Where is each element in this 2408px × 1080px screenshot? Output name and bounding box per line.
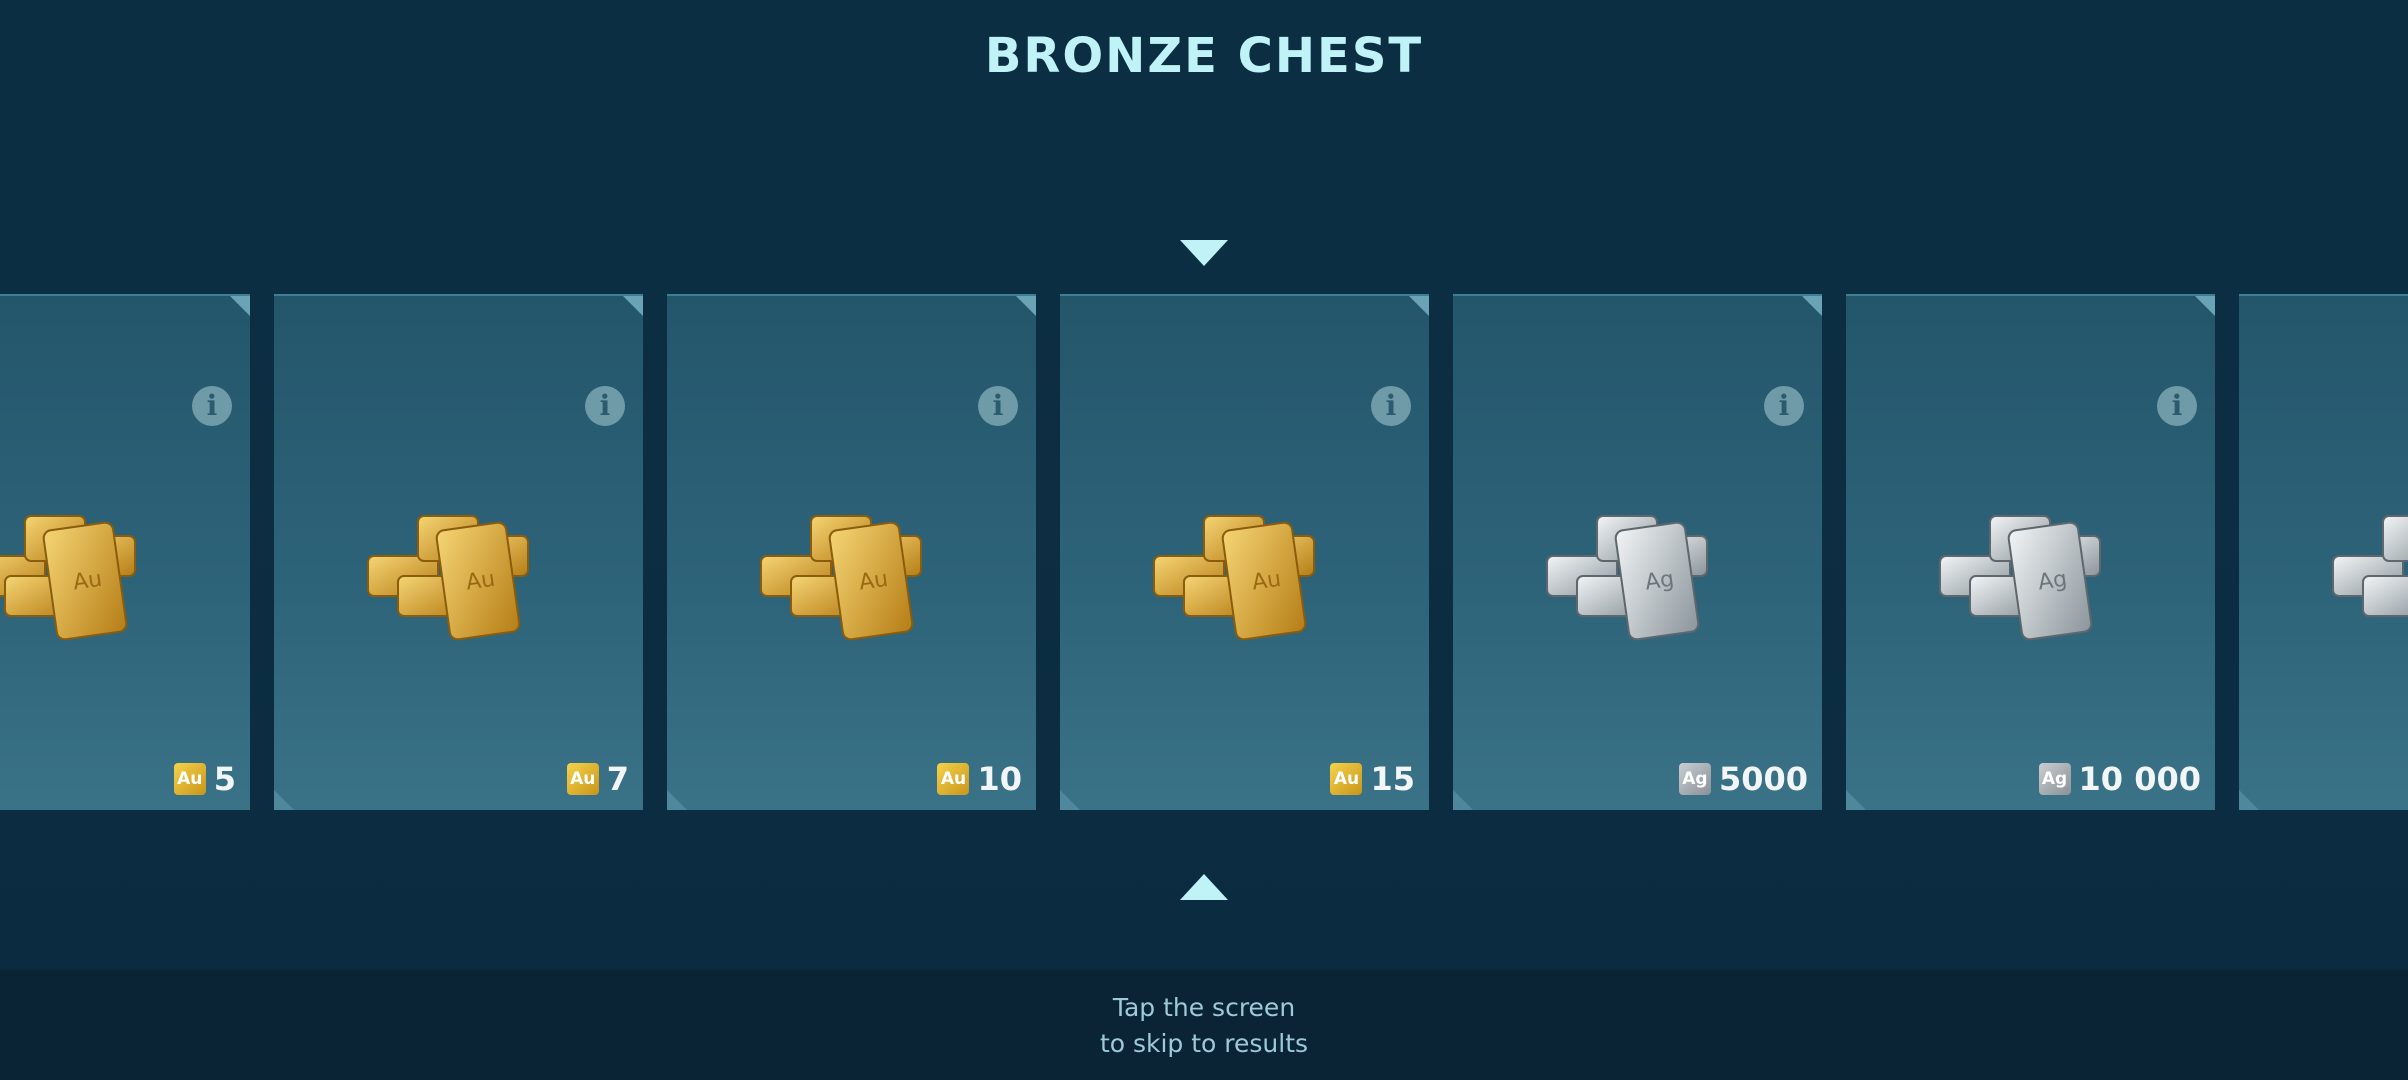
silver-bars-icon: Ag <box>1939 515 2101 641</box>
reward-card[interactable] <box>2239 294 2408 810</box>
reward-card[interactable]: i Au Au 7 <box>274 294 643 810</box>
amount-label: 5 <box>213 760 236 798</box>
reward-card[interactable]: i Ag Ag 10 000 <box>1846 294 2215 810</box>
chest-opening-screen[interactable]: BRONZE CHEST i Au Au 5 i Au Au 7 i Au Au… <box>0 0 2408 1080</box>
gold-badge-icon: Au <box>937 763 970 795</box>
reward-amount: Au 15 <box>1330 760 1415 798</box>
info-icon[interactable]: i <box>192 386 232 426</box>
gold-badge-icon: Au <box>566 763 599 795</box>
reward-card[interactable]: i Au Au 5 <box>0 294 250 810</box>
chest-title: BRONZE CHEST <box>984 28 1424 84</box>
svg-text:Au: Au <box>464 567 496 596</box>
reward-card[interactable]: i Ag Ag 5000 <box>1453 294 1822 810</box>
gold-bars-icon: Au <box>0 515 136 641</box>
reward-amount: Au 10 <box>937 760 1022 798</box>
info-icon[interactable]: i <box>1764 386 1804 426</box>
amount-label: 10 000 <box>2078 760 2201 798</box>
skip-footer[interactable]: Tap the screen to skip to results <box>0 970 2408 1080</box>
amount-label: 7 <box>606 760 629 798</box>
gold-badge-icon: Au <box>173 763 206 795</box>
svg-text:Ag: Ag <box>1643 567 1675 596</box>
skip-hint-line-2: to skip to results <box>1099 1029 1309 1058</box>
reward-amount: Ag 10 000 <box>2038 760 2201 798</box>
reward-card[interactable]: i Au Au 10 <box>667 294 1036 810</box>
gold-bars-icon: Au <box>760 515 922 641</box>
silver-badge-icon: Ag <box>1678 763 1711 795</box>
silver-bars-icon <box>2332 515 2408 617</box>
silver-badge-icon: Ag <box>2038 763 2071 795</box>
skip-hint-line-1: Tap the screen <box>1112 993 1296 1022</box>
info-icon[interactable]: i <box>585 386 625 426</box>
skip-hint[interactable]: Tap the screen to skip to results <box>0 990 2408 1062</box>
reward-amount: Au 5 <box>173 760 236 798</box>
info-icon[interactable]: i <box>2157 386 2197 426</box>
gold-badge-icon: Au <box>1330 763 1363 795</box>
reward-strip: i Au Au 5 i Au Au 7 i Au Au 10 i Au Au 1… <box>0 294 2408 810</box>
amount-label: 5000 <box>1718 760 1808 798</box>
svg-text:Au: Au <box>1250 567 1282 596</box>
gold-bars-icon: Au <box>367 515 529 641</box>
reward-amount: Ag 5000 <box>1678 760 1808 798</box>
silver-bars-icon: Ag <box>1546 515 1708 641</box>
info-icon[interactable]: i <box>1371 386 1411 426</box>
gold-bars-icon: Au <box>1153 515 1315 641</box>
svg-text:Ag: Ag <box>2036 567 2068 596</box>
amount-label: 10 <box>977 760 1022 798</box>
amount-label: 15 <box>1370 760 1415 798</box>
reward-amount: Au 7 <box>566 760 629 798</box>
info-icon[interactable]: i <box>978 386 1018 426</box>
reward-card[interactable]: i Au Au 15 <box>1060 294 1429 810</box>
triangle-down-icon <box>1180 240 1228 266</box>
svg-text:Au: Au <box>857 567 889 596</box>
triangle-up-icon <box>1180 874 1228 900</box>
svg-text:Au: Au <box>71 567 103 596</box>
